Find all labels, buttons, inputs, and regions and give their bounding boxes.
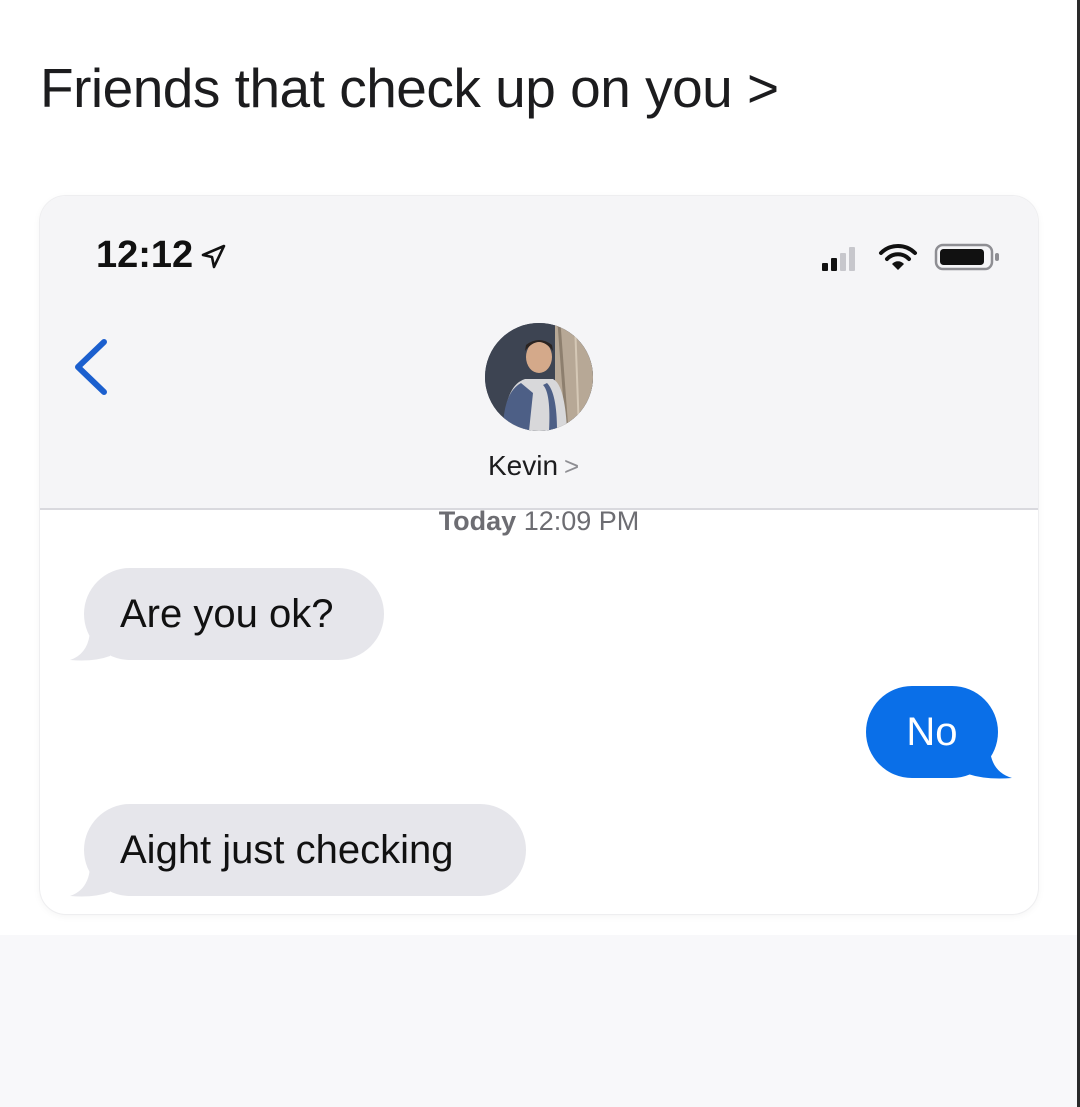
message-timestamp: Today 12:09 PM [40,506,1038,537]
message-text: No [906,709,958,754]
messages-screenshot: 12:12 Kevin > Today 12:09 PM Are you ok?… [40,196,1038,914]
bubble-tail [70,632,110,661]
cellular-signal-icon [822,247,855,271]
incoming-message-bubble[interactable]: Are you ok? [84,568,384,660]
avatar-photo [485,323,593,431]
contact-avatar[interactable] [485,323,593,431]
contact-name-button[interactable]: Kevin > [488,446,579,486]
bubble-tail [70,868,110,897]
battery-icon [934,243,999,271]
post-caption: Friends that check up on you > [40,57,779,119]
bubble-tail [968,750,1012,779]
message-text: Are you ok? [120,591,334,636]
message-text: Aight just checking [120,827,454,872]
contact-chevron-icon: > [564,450,580,481]
timestamp-day: Today [438,506,517,536]
timestamp-time: 12:09 PM [523,506,640,536]
location-arrow-icon [201,244,226,269]
contact-name: Kevin [488,450,559,481]
back-chevron-icon[interactable] [66,334,116,400]
status-bar-time: 12:12 [96,234,194,276]
incoming-message-bubble[interactable]: Aight just checking [84,804,526,896]
wifi-icon [879,243,917,270]
